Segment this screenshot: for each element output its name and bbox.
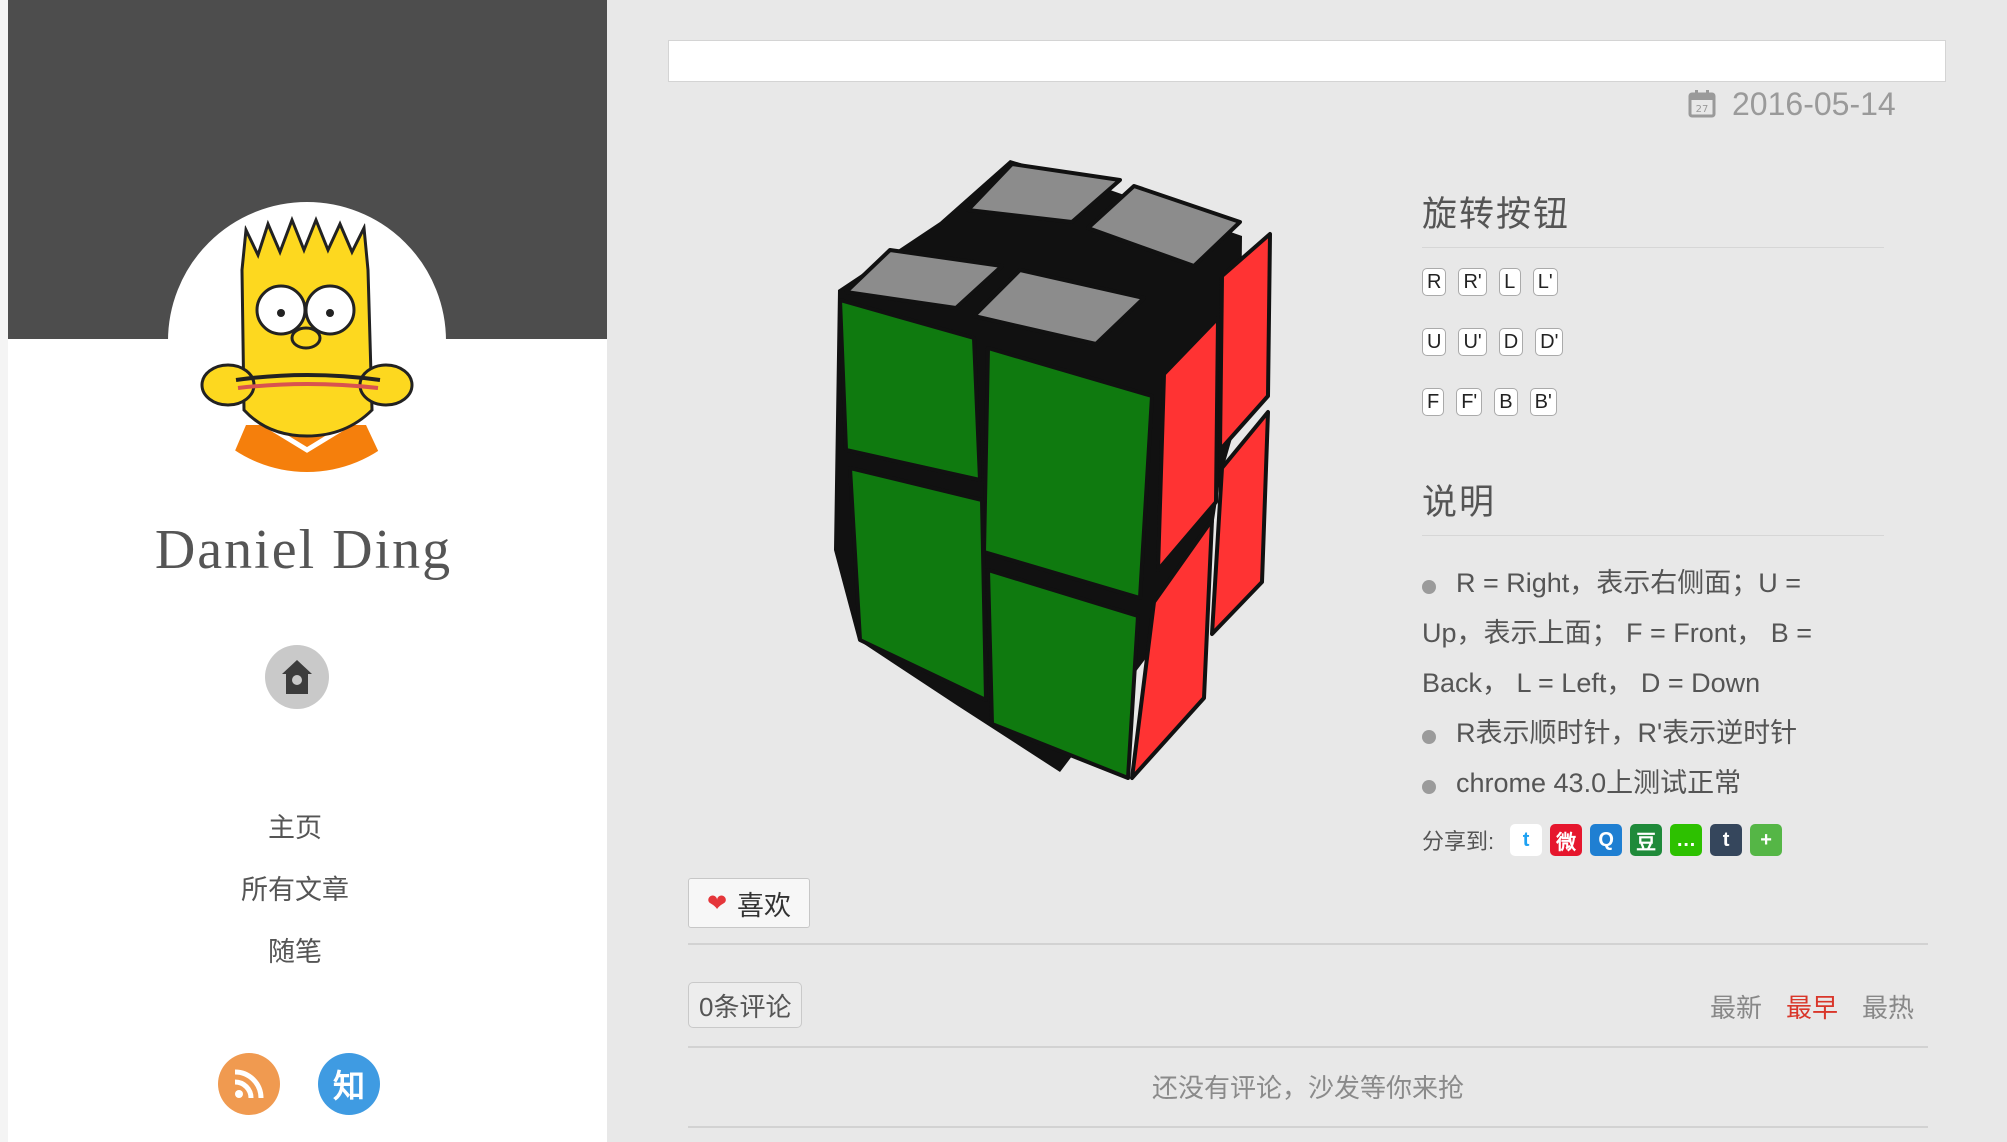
rotate-B-prime-button[interactable]: B' <box>1529 388 1557 416</box>
rotate-L-prime-button[interactable]: L' <box>1532 268 1558 296</box>
zhihu-button[interactable]: 知 <box>318 1053 380 1115</box>
post-date: 27 2016-05-14 <box>1688 84 1896 124</box>
qq-icon[interactable]: Q <box>1590 824 1623 856</box>
bullet-icon <box>1422 780 1436 794</box>
tumblr-icon[interactable]: t <box>1710 824 1743 856</box>
nav-item-home[interactable]: 主页 <box>0 806 590 845</box>
rotate-B-button[interactable]: B <box>1494 388 1518 416</box>
note-text: R表示顺时针，R'表示逆时针 <box>1456 718 1798 748</box>
post-date-text: 2016-05-14 <box>1732 85 1896 122</box>
rotate-buttons-heading: 旋转按钮 <box>1422 195 1571 234</box>
share-label: 分享到: <box>1422 829 1495 854</box>
like-button[interactable]: ❤ 喜欢 <box>688 878 810 928</box>
bullet-icon <box>1422 580 1436 594</box>
cube-front-sticker-3 <box>848 466 988 702</box>
rotate-L-button[interactable]: L <box>1498 268 1521 296</box>
rotate-R-prime-button[interactable]: R' <box>1458 268 1487 296</box>
empty-comments-message: 还没有评论，沙发等你来抢 <box>1151 1073 1464 1103</box>
divider <box>688 1046 1928 1048</box>
sort-oldest-tab[interactable]: 最早 <box>1786 988 1838 1025</box>
rotate-D-button[interactable]: D <box>1498 328 1524 356</box>
rubiks-cube-drawing <box>834 160 1272 780</box>
divider <box>688 1126 1928 1128</box>
heading-divider <box>1422 247 1884 248</box>
notes-heading: 说明 <box>1422 483 1497 522</box>
bullet-icon <box>1422 730 1436 744</box>
home-badge-button[interactable] <box>265 645 329 709</box>
rotate-D-prime-button[interactable]: D' <box>1535 328 1564 356</box>
like-label: 喜欢 <box>737 890 792 921</box>
wechat-icon[interactable]: … <box>1670 824 1703 856</box>
note-text: chrome 43.0上测试正常 <box>1456 768 1742 798</box>
sort-hottest-tab[interactable]: 最热 <box>1862 988 1914 1025</box>
comment-count-badge: 0条评论 <box>688 982 803 1028</box>
heading-divider <box>1422 535 1884 536</box>
note-item: R表示顺时针，R'表示逆时针 <box>1422 708 1862 758</box>
sort-newest-tab[interactable]: 最新 <box>1710 988 1762 1025</box>
rubiks-cube[interactable] <box>820 150 1420 790</box>
svg-text:27: 27 <box>1696 104 1709 115</box>
note-text: R = Right，表示右侧面；U = Up，表示上面； F = Front， … <box>1422 568 1813 698</box>
rotate-F-prime-button[interactable]: F' <box>1456 388 1483 416</box>
twitter-icon[interactable]: t <box>1510 824 1543 856</box>
post-title-box <box>668 40 1946 82</box>
heart-icon: ❤ <box>706 889 728 917</box>
rotate-button-row-3: F F' B B' <box>1422 388 1557 416</box>
author-name: Daniel Ding <box>154 519 453 581</box>
sidebar: Daniel Ding 主页 所有文章 随笔 知 <box>0 0 607 1142</box>
rss-icon <box>234 1069 264 1099</box>
avatar-cartoon-image <box>176 210 438 472</box>
calendar-icon: 27 <box>1688 90 1716 118</box>
zhihu-icon: 知 <box>332 1068 365 1104</box>
rss-button[interactable] <box>218 1053 280 1115</box>
rotate-F-button[interactable]: F <box>1422 388 1445 416</box>
divider <box>688 943 1928 945</box>
nav-item-all-articles[interactable]: 所有文章 <box>0 868 590 907</box>
avatar[interactable] <box>168 202 446 480</box>
weibo-icon[interactable]: 微 <box>1550 824 1583 856</box>
share-icons: t 微 Q 豆… t + <box>1510 824 1783 856</box>
note-item: chrome 43.0上测试正常 <box>1422 758 1862 808</box>
rotate-U-prime-button[interactable]: U' <box>1458 328 1487 356</box>
more-share-icon[interactable]: + <box>1750 824 1783 856</box>
rotate-button-row-1: R R' L L' <box>1422 268 1558 296</box>
share-bar: 分享到: t 微 Q 豆… t + <box>1422 824 1783 856</box>
douban-icon[interactable]: 豆 <box>1630 824 1663 856</box>
rotate-button-row-2: U U' D D' <box>1422 328 1564 356</box>
rotate-R-button[interactable]: R <box>1422 268 1447 296</box>
rotate-U-button[interactable]: U <box>1422 328 1447 356</box>
birdhouse-icon <box>282 660 312 694</box>
nav-item-notes[interactable]: 随笔 <box>0 930 590 969</box>
note-item: R = Right，表示右侧面；U = Up，表示上面； F = Front， … <box>1422 558 1862 708</box>
